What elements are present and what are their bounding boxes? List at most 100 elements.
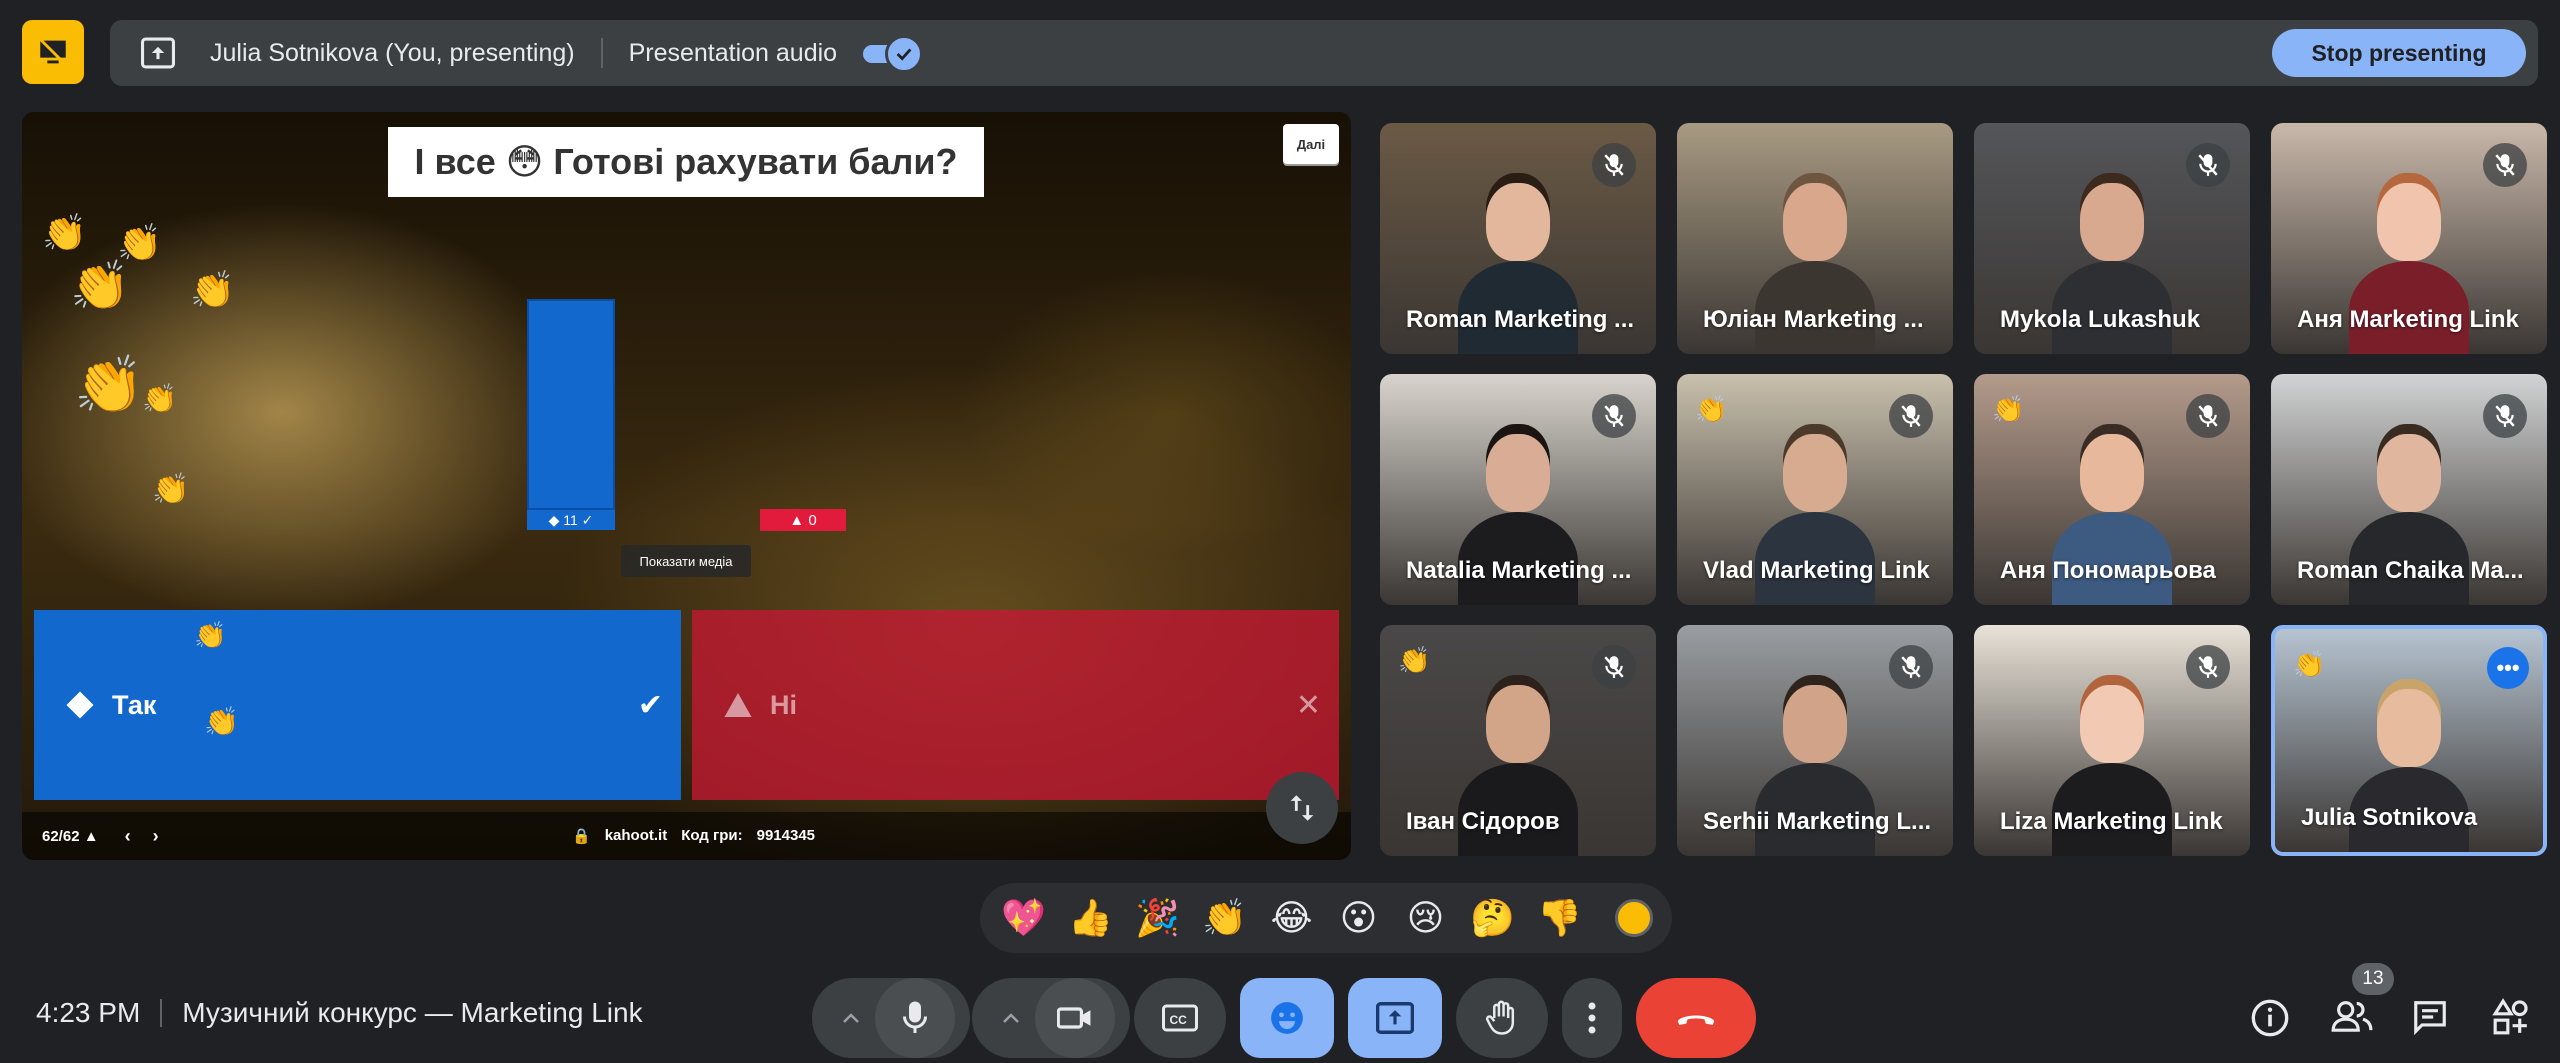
participant-name: Іван Сідоров bbox=[1406, 808, 1560, 835]
participant-name: Roman Chaika Ma... bbox=[2297, 557, 2524, 584]
leave-call-button[interactable] bbox=[1636, 978, 1756, 1058]
chevron-up-icon[interactable] bbox=[987, 1011, 1035, 1025]
answer-text: Так bbox=[112, 689, 157, 720]
swap-layout-button[interactable] bbox=[1266, 772, 1338, 844]
clap-reaction: 👏 bbox=[194, 620, 227, 650]
participant-name: Mykola Lukashuk bbox=[2000, 306, 2201, 333]
participant-tile[interactable]: 👏 Іван Сідоров bbox=[1380, 625, 1656, 856]
clap-reaction: 👏 bbox=[1695, 394, 1728, 424]
participant-tile[interactable]: Юліан Marketing ... bbox=[1677, 123, 1953, 354]
reaction-surprised[interactable]: 😮 bbox=[1325, 890, 1392, 946]
participant-name: Serhii Marketing L... bbox=[1703, 808, 1932, 835]
lock-icon: 🔒 bbox=[572, 828, 591, 845]
clap-reaction: 👏 bbox=[42, 212, 87, 253]
chevron-up-icon[interactable] bbox=[827, 1011, 875, 1025]
participant-count-badge: 13 bbox=[2352, 963, 2394, 995]
participant-tile[interactable]: Natalia Marketing ... bbox=[1380, 374, 1656, 605]
present-now-button[interactable] bbox=[1348, 978, 1442, 1058]
presenter-label: Julia Sotnikova (You, presenting) bbox=[210, 38, 575, 67]
svg-text:CC: CC bbox=[1170, 1013, 1188, 1027]
more-options-button[interactable] bbox=[1562, 978, 1622, 1058]
clap-reaction: 👏 bbox=[142, 383, 177, 414]
triangle-icon bbox=[720, 687, 756, 723]
participant-name: Vlad Marketing Link bbox=[1703, 557, 1930, 584]
participant-name: Julia Sotnikova bbox=[2301, 804, 2478, 831]
presentation-mode-icon[interactable] bbox=[22, 20, 84, 84]
participant-name: Юліан Marketing ... bbox=[1703, 306, 1924, 333]
prev-arrow-icon[interactable]: ‹ bbox=[125, 826, 131, 847]
microphone-control bbox=[812, 978, 970, 1058]
meeting-title: Музичний конкурс — Marketing Link bbox=[182, 997, 643, 1028]
people-button[interactable] bbox=[2330, 998, 2374, 1034]
participant-tile[interactable]: Roman Marketing ... bbox=[1380, 123, 1656, 354]
reaction-clap[interactable]: 👏 bbox=[1191, 890, 1258, 946]
mic-off-icon bbox=[1889, 394, 1933, 438]
participant-tile[interactable]: 👏 Аня Пономарьова bbox=[1974, 374, 2250, 605]
mic-off-icon bbox=[2186, 645, 2230, 689]
present-screen-icon bbox=[138, 33, 178, 73]
divider bbox=[160, 999, 163, 1027]
participant-tile[interactable]: 👏 Vlad Marketing Link bbox=[1677, 374, 1953, 605]
meeting-info: 4:23 PM Музичний конкурс — Marketing Lin… bbox=[36, 997, 643, 1029]
presentation-audio-label: Presentation audio bbox=[628, 38, 838, 67]
mic-off-icon bbox=[2483, 143, 2527, 187]
clap-reaction: 👏 bbox=[70, 260, 130, 313]
question-counter: 62/62 ▲ bbox=[42, 827, 99, 845]
reaction-thumbs-down[interactable]: 👎 bbox=[1526, 890, 1593, 946]
quiz-question: І все 😳 Готові рахувати бали? bbox=[388, 127, 984, 197]
participant-name: Natalia Marketing ... bbox=[1406, 557, 1632, 584]
mic-off-icon bbox=[2186, 143, 2230, 187]
participant-name: Аня Marketing Link bbox=[2297, 306, 2519, 333]
show-media-button[interactable]: Показати медіа bbox=[621, 545, 751, 577]
stop-presenting-button[interactable]: Stop presenting bbox=[2272, 29, 2526, 77]
clap-reaction: 👏 bbox=[1398, 645, 1431, 675]
raise-hand-button[interactable] bbox=[1456, 978, 1548, 1058]
reaction-laugh[interactable]: 😂 bbox=[1258, 890, 1325, 946]
participant-tile[interactable]: Аня Marketing Link bbox=[2271, 123, 2547, 354]
participant-tile[interactable]: Liza Marketing Link bbox=[1974, 625, 2250, 856]
divider bbox=[600, 38, 603, 68]
cross-icon: ✕ bbox=[1295, 688, 1321, 722]
game-pin-label: Код гри: bbox=[681, 827, 743, 844]
chat-button[interactable] bbox=[2410, 998, 2450, 1036]
participant-name: Roman Marketing ... bbox=[1406, 306, 1635, 333]
answer-option-no: Ні ✕ bbox=[692, 610, 1339, 800]
reaction-heart[interactable]: 💖 bbox=[990, 890, 1057, 946]
skin-tone-selector[interactable] bbox=[1615, 899, 1653, 937]
reaction-thinking[interactable]: 🤔 bbox=[1459, 890, 1526, 946]
game-pin: 9914345 bbox=[756, 827, 816, 844]
camera-control bbox=[972, 978, 1130, 1058]
meeting-details-button[interactable] bbox=[2250, 998, 2290, 1038]
red-bar-count: ▲ 0 bbox=[760, 509, 846, 531]
check-icon: ✔ bbox=[637, 688, 663, 722]
reaction-thumbs-up[interactable]: 👍 bbox=[1057, 890, 1124, 946]
mic-off-icon bbox=[2483, 394, 2527, 438]
clap-reaction: 👏 bbox=[74, 353, 144, 416]
kahoot-site: kahoot.it bbox=[604, 827, 668, 844]
answer-bar-blue bbox=[527, 299, 615, 510]
diamond-icon bbox=[62, 687, 98, 723]
activities-button[interactable] bbox=[2492, 998, 2530, 1036]
mic-off-icon bbox=[1592, 143, 1636, 187]
participant-tile[interactable]: Mykola Lukashuk bbox=[1974, 123, 2250, 354]
emoji-reactions-button[interactable] bbox=[1240, 978, 1334, 1058]
participant-tile[interactable]: 👏 ••• Julia Sotnikova bbox=[2271, 625, 2547, 856]
mic-off-icon bbox=[1592, 645, 1636, 689]
mic-off-icon bbox=[2186, 394, 2230, 438]
reaction-party[interactable]: 🎉 bbox=[1124, 890, 1191, 946]
presentation-audio-toggle[interactable] bbox=[863, 35, 924, 73]
shared-screen: І все 😳 Готові рахувати бали? Далі 👏 👏 👏… bbox=[22, 112, 1351, 860]
reactions-bar: 💖 👍 🎉 👏 😂 😮 😢 🤔 👎 bbox=[980, 883, 1672, 953]
next-arrow-icon[interactable]: › bbox=[153, 826, 159, 847]
reaction-sad[interactable]: 😢 bbox=[1392, 890, 1459, 946]
participant-tile[interactable]: Serhii Marketing L... bbox=[1677, 625, 1953, 856]
clap-reaction: 👏 bbox=[2293, 649, 2326, 679]
participant-tile[interactable]: Roman Chaika Ma... bbox=[2271, 374, 2547, 605]
camera-button[interactable] bbox=[1035, 978, 1115, 1058]
mic-off-icon bbox=[1592, 394, 1636, 438]
tile-more-options-button[interactable]: ••• bbox=[2487, 647, 2529, 689]
captions-button[interactable]: CC bbox=[1134, 978, 1226, 1058]
next-button[interactable]: Далі bbox=[1283, 124, 1339, 164]
clap-reaction: 👏 bbox=[1992, 394, 2025, 424]
microphone-button[interactable] bbox=[875, 978, 955, 1058]
